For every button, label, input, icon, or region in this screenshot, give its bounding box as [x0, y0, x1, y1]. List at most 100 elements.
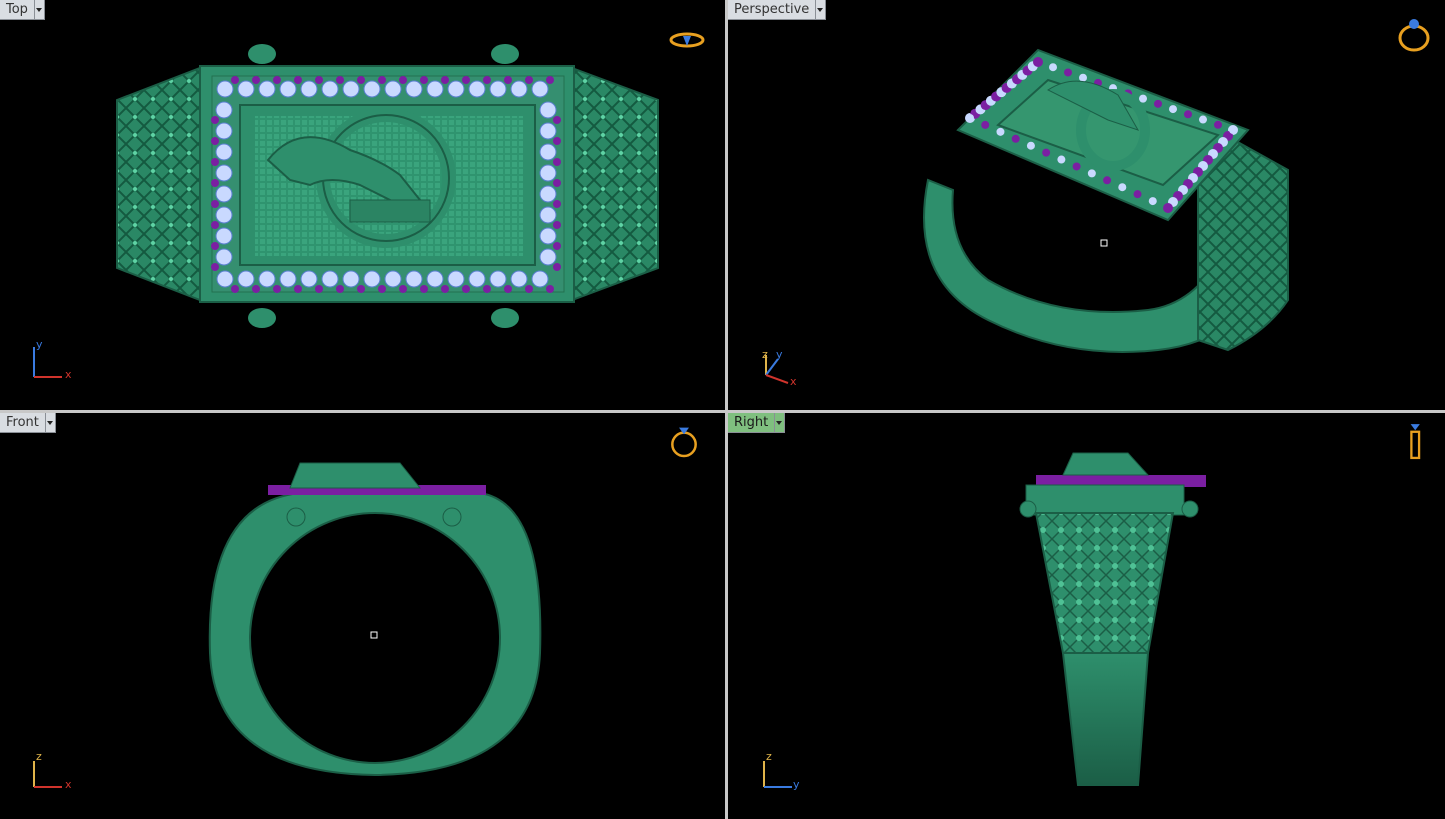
axis-label-y: y: [776, 348, 783, 361]
gem: [363, 80, 381, 98]
gem: [384, 80, 402, 98]
gem: [553, 137, 561, 145]
axis-label-x: x: [65, 778, 72, 791]
gem: [294, 285, 302, 293]
gem: [462, 76, 470, 84]
gem: [273, 76, 281, 84]
gem: [553, 179, 561, 187]
gem: [1057, 155, 1066, 164]
gem: [1184, 110, 1192, 119]
gem: [546, 285, 554, 293]
gem: [252, 76, 260, 84]
gem: [468, 270, 486, 288]
gem: [1154, 99, 1162, 108]
gem: [300, 80, 318, 98]
axis-label-x: x: [65, 368, 72, 381]
gem: [342, 270, 360, 288]
gem: [546, 76, 554, 84]
chevron-down-icon[interactable]: [34, 0, 45, 20]
gem: [1011, 134, 1020, 143]
gem: [539, 164, 557, 182]
viewport-top[interactable]: y x: [0, 0, 725, 410]
gem: [1049, 63, 1057, 72]
gem: [357, 285, 365, 293]
gem: [211, 242, 219, 250]
gem: [996, 127, 1005, 136]
gem: [489, 270, 507, 288]
tab-top-label[interactable]: Top: [0, 0, 35, 20]
gem: [321, 270, 339, 288]
viewport-front[interactable]: z x: [0, 413, 725, 819]
gem: [215, 248, 233, 266]
gem: [539, 143, 557, 161]
gem: [211, 263, 219, 271]
tab-right-label[interactable]: Right: [728, 413, 776, 433]
gem: [504, 285, 512, 293]
gem: [525, 285, 533, 293]
tab-front-label[interactable]: Front: [0, 413, 46, 433]
chevron-down-icon[interactable]: [45, 413, 56, 433]
gem: [215, 101, 233, 119]
axis-label-y: y: [36, 338, 43, 351]
gem: [531, 80, 549, 98]
gem: [405, 80, 423, 98]
gem: [539, 101, 557, 119]
tab-front-view[interactable]: Front: [0, 413, 56, 433]
tab-right-view[interactable]: Right: [728, 413, 786, 433]
gem: [1214, 120, 1222, 129]
gem: [1139, 94, 1147, 103]
gem: [1042, 148, 1051, 157]
gem: [231, 285, 239, 293]
gem: [215, 227, 233, 245]
gem: [539, 185, 557, 203]
gem: [447, 270, 465, 288]
gem: [1072, 162, 1081, 171]
gem: [553, 200, 561, 208]
viewport-divider-horizontal[interactable]: [0, 410, 1445, 413]
gem: [211, 179, 219, 187]
tab-perspective-view[interactable]: Perspective: [728, 0, 827, 20]
viewport-divider-vertical[interactable]: [725, 0, 728, 819]
gem: [1103, 176, 1112, 185]
gem: [237, 80, 255, 98]
gem: [510, 80, 528, 98]
chevron-down-icon[interactable]: [816, 0, 827, 20]
gem: [336, 285, 344, 293]
gem: [504, 76, 512, 84]
gem: [215, 206, 233, 224]
right-view-ring-model: [1019, 452, 1206, 786]
gem: [215, 185, 233, 203]
gem: [216, 270, 234, 288]
top-view-ring-model: [116, 44, 659, 328]
axis-label-y: y: [793, 778, 800, 791]
gem: [553, 263, 561, 271]
tab-top-view[interactable]: Top: [0, 0, 45, 20]
gem: [211, 221, 219, 229]
gem: [510, 270, 528, 288]
tab-perspective-label[interactable]: Perspective: [728, 0, 817, 20]
gem: [966, 114, 974, 122]
chevron-down-icon[interactable]: [775, 413, 786, 433]
gem: [399, 76, 407, 84]
gem: [215, 164, 233, 182]
gem: [539, 206, 557, 224]
gem: [273, 285, 281, 293]
ring-orientation-icon-front: [671, 427, 697, 458]
gem: [1033, 57, 1043, 67]
viewport-perspective[interactable]: z y x: [728, 0, 1445, 410]
gem: [539, 248, 557, 266]
gem: [1199, 115, 1207, 124]
gem: [294, 76, 302, 84]
gem: [384, 270, 402, 288]
axis-label-z: z: [762, 348, 768, 361]
gem: [279, 270, 297, 288]
gem: [553, 158, 561, 166]
gem: [553, 221, 561, 229]
gem: [378, 285, 386, 293]
gem: [211, 158, 219, 166]
gem: [1118, 183, 1127, 192]
gem: [483, 285, 491, 293]
viewport-right[interactable]: z y: [728, 413, 1445, 819]
gem: [315, 285, 323, 293]
gem: [399, 285, 407, 293]
